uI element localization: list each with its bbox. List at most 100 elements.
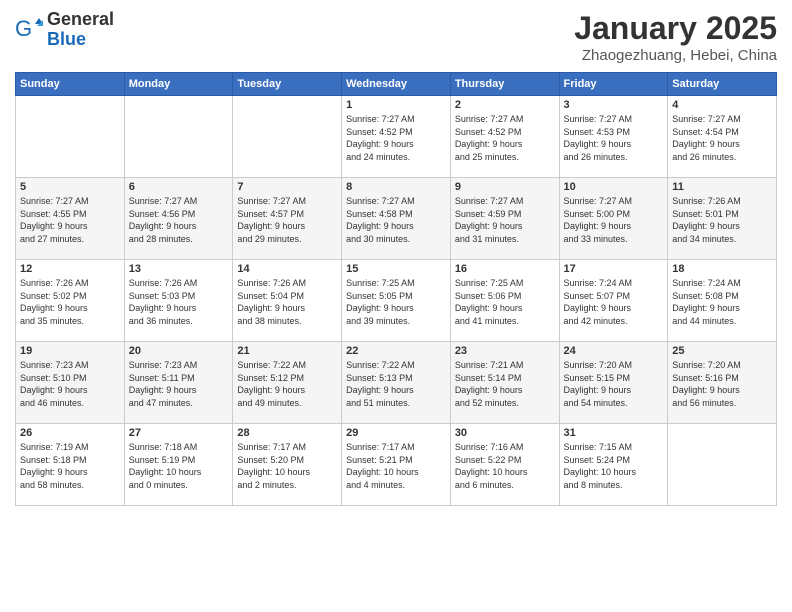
calendar-cell: 12 Sunrise: 7:26 AM Sunset: 5:02 PM Dayli… — [16, 260, 125, 342]
calendar-cell: 22Sunrise: 7:22 AM Sunset: 5:13 PM Dayli… — [342, 342, 451, 424]
calendar-cell: 5 Sunrise: 7:27 AM Sunset: 4:55 PM Daylig… — [16, 178, 125, 260]
calendar-cell: 10 Sunrise: 7:27 AM Sunset: 5:00 PM Dayli… — [559, 178, 668, 260]
day-number: 4 — [672, 99, 772, 111]
day-info: Sunrise: 7:27 AM Sunset: 4:56 PM Dayligh… — [129, 195, 229, 245]
calendar-cell: 26 Sunrise: 7:19 AM Sunset: 5:18 PM Dayli… — [16, 424, 125, 506]
day-info: Sunrise: 7:22 AM Sunset: 5:12 PM Dayligh… — [237, 359, 337, 409]
day-number: 1 — [346, 99, 446, 111]
day-info: Sunrise: 7:19 AM Sunset: 5:18 PM Dayligh… — [20, 441, 120, 491]
calendar-cell: 9Sunrise: 7:27 AM Sunset: 4:59 PM Daylig… — [450, 178, 559, 260]
week-row-1: 5 Sunrise: 7:27 AM Sunset: 4:55 PM Daylig… — [16, 178, 777, 260]
day-number: 29 — [346, 427, 446, 439]
calendar-cell: 8 Sunrise: 7:27 AM Sunset: 4:58 PM Daylig… — [342, 178, 451, 260]
calendar-cell: 2 Sunrise: 7:27 AM Sunset: 4:52 PM Daylig… — [450, 96, 559, 178]
day-number: 7 — [237, 181, 337, 193]
day-info: Sunrise: 7:20 AM Sunset: 5:16 PM Dayligh… — [672, 359, 772, 409]
day-info: Sunrise: 7:16 AM Sunset: 5:22 PM Dayligh… — [455, 441, 555, 491]
calendar-cell: 29Sunrise: 7:17 AM Sunset: 5:21 PM Dayli… — [342, 424, 451, 506]
week-row-2: 12 Sunrise: 7:26 AM Sunset: 5:02 PM Dayli… — [16, 260, 777, 342]
calendar-cell — [16, 96, 125, 178]
day-number: 15 — [346, 263, 446, 275]
day-info: Sunrise: 7:27 AM Sunset: 4:53 PM Dayligh… — [564, 113, 664, 163]
calendar-title: January 2025 — [574, 10, 777, 47]
calendar-cell — [124, 96, 233, 178]
calendar-table: SundayMondayTuesdayWednesdayThursdayFrid… — [15, 72, 777, 506]
logo-text: General Blue — [47, 10, 114, 50]
day-info: Sunrise: 7:15 AM Sunset: 5:24 PM Dayligh… — [564, 441, 664, 491]
calendar-cell — [233, 96, 342, 178]
day-number: 27 — [129, 427, 229, 439]
calendar-subtitle: Zhaogezhuang, Hebei, China — [574, 47, 777, 64]
calendar-cell: 30Sunrise: 7:16 AM Sunset: 5:22 PM Dayli… — [450, 424, 559, 506]
day-info: Sunrise: 7:27 AM Sunset: 4:55 PM Dayligh… — [20, 195, 120, 245]
weekday-header-saturday: Saturday — [668, 73, 777, 96]
day-info: Sunrise: 7:23 AM Sunset: 5:11 PM Dayligh… — [129, 359, 229, 409]
calendar-cell: 25 Sunrise: 7:20 AM Sunset: 5:16 PM Dayli… — [668, 342, 777, 424]
title-block: January 2025 Zhaogezhuang, Hebei, China — [574, 10, 777, 64]
day-number: 24 — [564, 345, 664, 357]
day-info: Sunrise: 7:26 AM Sunset: 5:03 PM Dayligh… — [129, 277, 229, 327]
day-number: 10 — [564, 181, 664, 193]
day-info: Sunrise: 7:26 AM Sunset: 5:02 PM Dayligh… — [20, 277, 120, 327]
day-info: Sunrise: 7:27 AM Sunset: 4:52 PM Dayligh… — [346, 113, 446, 163]
calendar-cell: 31 Sunrise: 7:15 AM Sunset: 5:24 PM Dayli… — [559, 424, 668, 506]
calendar-cell: 20 Sunrise: 7:23 AM Sunset: 5:11 PM Dayli… — [124, 342, 233, 424]
day-number: 8 — [346, 181, 446, 193]
day-number: 19 — [20, 345, 120, 357]
logo-general-text: General — [47, 10, 114, 30]
calendar-cell: 24 Sunrise: 7:20 AM Sunset: 5:15 PM Dayli… — [559, 342, 668, 424]
calendar-cell: 18Sunrise: 7:24 AM Sunset: 5:08 PM Dayli… — [668, 260, 777, 342]
day-info: Sunrise: 7:24 AM Sunset: 5:07 PM Dayligh… — [564, 277, 664, 327]
weekday-header-wednesday: Wednesday — [342, 73, 451, 96]
calendar-cell: 15Sunrise: 7:25 AM Sunset: 5:05 PM Dayli… — [342, 260, 451, 342]
day-info: Sunrise: 7:27 AM Sunset: 5:00 PM Dayligh… — [564, 195, 664, 245]
weekday-header-thursday: Thursday — [450, 73, 559, 96]
calendar-cell — [668, 424, 777, 506]
calendar-cell: 1 Sunrise: 7:27 AM Sunset: 4:52 PM Daylig… — [342, 96, 451, 178]
day-number: 31 — [564, 427, 664, 439]
day-number: 13 — [129, 263, 229, 275]
day-number: 25 — [672, 345, 772, 357]
day-info: Sunrise: 7:27 AM Sunset: 4:57 PM Dayligh… — [237, 195, 337, 245]
day-number: 12 — [20, 263, 120, 275]
day-number: 3 — [564, 99, 664, 111]
week-row-4: 26 Sunrise: 7:19 AM Sunset: 5:18 PM Dayli… — [16, 424, 777, 506]
day-number: 2 — [455, 99, 555, 111]
calendar-cell: 23 Sunrise: 7:21 AM Sunset: 5:14 PM Dayli… — [450, 342, 559, 424]
day-number: 11 — [672, 181, 772, 193]
weekday-header-tuesday: Tuesday — [233, 73, 342, 96]
svg-text:G: G — [15, 16, 32, 41]
day-number: 16 — [455, 263, 555, 275]
calendar-cell: 19Sunrise: 7:23 AM Sunset: 5:10 PM Dayli… — [16, 342, 125, 424]
week-row-0: 1 Sunrise: 7:27 AM Sunset: 4:52 PM Daylig… — [16, 96, 777, 178]
day-number: 23 — [455, 345, 555, 357]
calendar-cell: 7 Sunrise: 7:27 AM Sunset: 4:57 PM Daylig… — [233, 178, 342, 260]
weekday-header-monday: Monday — [124, 73, 233, 96]
day-info: Sunrise: 7:27 AM Sunset: 4:58 PM Dayligh… — [346, 195, 446, 245]
day-info: Sunrise: 7:26 AM Sunset: 5:01 PM Dayligh… — [672, 195, 772, 245]
logo-blue-text: Blue — [47, 30, 114, 50]
calendar-cell: 3 Sunrise: 7:27 AM Sunset: 4:53 PM Daylig… — [559, 96, 668, 178]
calendar-cell: 6Sunrise: 7:27 AM Sunset: 4:56 PM Daylig… — [124, 178, 233, 260]
calendar-cell: 21Sunrise: 7:22 AM Sunset: 5:12 PM Dayli… — [233, 342, 342, 424]
day-number: 26 — [20, 427, 120, 439]
day-info: Sunrise: 7:18 AM Sunset: 5:19 PM Dayligh… — [129, 441, 229, 491]
day-info: Sunrise: 7:21 AM Sunset: 5:14 PM Dayligh… — [455, 359, 555, 409]
day-info: Sunrise: 7:26 AM Sunset: 5:04 PM Dayligh… — [237, 277, 337, 327]
day-info: Sunrise: 7:25 AM Sunset: 5:06 PM Dayligh… — [455, 277, 555, 327]
day-info: Sunrise: 7:20 AM Sunset: 5:15 PM Dayligh… — [564, 359, 664, 409]
day-info: Sunrise: 7:27 AM Sunset: 4:52 PM Dayligh… — [455, 113, 555, 163]
day-info: Sunrise: 7:27 AM Sunset: 4:59 PM Dayligh… — [455, 195, 555, 245]
calendar-cell: 4Sunrise: 7:27 AM Sunset: 4:54 PM Daylig… — [668, 96, 777, 178]
week-row-3: 19Sunrise: 7:23 AM Sunset: 5:10 PM Dayli… — [16, 342, 777, 424]
weekday-header-sunday: Sunday — [16, 73, 125, 96]
calendar-cell: 13 Sunrise: 7:26 AM Sunset: 5:03 PM Dayli… — [124, 260, 233, 342]
day-number: 5 — [20, 181, 120, 193]
calendar-cell: 28Sunrise: 7:17 AM Sunset: 5:20 PM Dayli… — [233, 424, 342, 506]
calendar-cell: 11 Sunrise: 7:26 AM Sunset: 5:01 PM Dayli… — [668, 178, 777, 260]
day-number: 22 — [346, 345, 446, 357]
day-info: Sunrise: 7:17 AM Sunset: 5:20 PM Dayligh… — [237, 441, 337, 491]
day-number: 14 — [237, 263, 337, 275]
day-number: 20 — [129, 345, 229, 357]
day-number: 18 — [672, 263, 772, 275]
